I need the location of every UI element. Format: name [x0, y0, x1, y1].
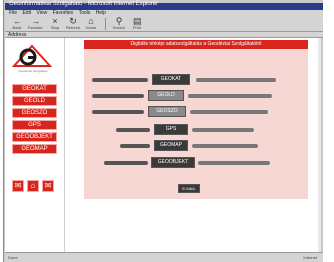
search-icon: ⚲ — [115, 16, 123, 26]
service-button-geold[interactable]: GEOLD — [148, 90, 184, 101]
row-description — [92, 78, 148, 82]
search-button[interactable]: ⚲ Search — [111, 17, 127, 31]
home-link-button[interactable]: ⌂ — [27, 180, 39, 192]
screenshot-frame: Geoinformatikai Szolgaltato - Microsoft … — [0, 0, 334, 262]
contact-button[interactable]: ✉ — [42, 180, 54, 192]
nav-gps[interactable]: GPS — [12, 120, 57, 130]
back-button[interactable]: ← Back — [9, 17, 25, 31]
vertical-scrollbar[interactable] — [318, 38, 321, 252]
geo-logo — [12, 44, 52, 67]
title-bar: Geoinformatikai Szolgaltato - Microsoft … — [5, 1, 323, 10]
back-arrow-icon: ← — [13, 16, 22, 26]
row-text — [188, 94, 272, 98]
home-icon: ⌂ — [88, 16, 94, 26]
row-text — [190, 110, 268, 114]
forward-button[interactable]: → Forward — [27, 17, 43, 31]
nav-geoobjekt[interactable]: GEOOBJEKT — [12, 132, 57, 142]
print-button[interactable]: ▤ Print — [129, 17, 145, 31]
sidebar: Geodéziai Szolgáltató GEOKAT GEOLD GEOSZ… — [5, 38, 65, 252]
home-icon: ⌂ — [30, 181, 36, 190]
row-description — [92, 110, 144, 114]
stop-button[interactable]: × Stop — [47, 17, 63, 31]
status-zone: Internet — [303, 255, 317, 260]
email-button[interactable]: E-MAIL — [178, 184, 200, 193]
logo-caption: Geodéziai Szolgáltató — [18, 69, 48, 73]
status-text: Done — [8, 255, 18, 260]
window-title: Geoinformatikai Szolgaltato - Microsoft … — [9, 1, 159, 7]
nav-geold[interactable]: GEOLD — [12, 96, 57, 106]
refresh-icon: ↻ — [69, 16, 77, 26]
service-button-geoszo[interactable]: GEOSZO — [148, 106, 186, 117]
refresh-button[interactable]: ↻ Refresh — [65, 17, 81, 31]
service-button-geoobjekt[interactable]: GEOOBJEKT — [151, 157, 195, 168]
page-header: Digitális térképi adatszolgáltatás a Geo… — [84, 40, 308, 49]
row-text — [196, 78, 276, 82]
service-button-geomap[interactable]: GEOMAP — [154, 140, 188, 151]
nav-geomap[interactable]: GEOMAP — [12, 144, 57, 154]
service-button-geokat[interactable]: GEOKAT — [152, 74, 190, 85]
search-label: Search — [112, 26, 126, 30]
refresh-label: Refresh — [65, 26, 80, 30]
row-description — [92, 94, 144, 98]
status-bar: Done Internet — [5, 252, 323, 262]
row-text — [198, 161, 270, 165]
row-text — [192, 144, 258, 148]
row-description — [104, 161, 148, 165]
row-description — [120, 144, 150, 148]
mail-icon: ✉ — [44, 181, 52, 190]
toolbar-separator — [105, 18, 106, 30]
browser-window: Geoinformatikai Szolgaltato - Microsoft … — [3, 0, 323, 262]
print-icon: ▤ — [133, 16, 142, 26]
stop-label: Stop — [50, 26, 60, 30]
toolbar: ← Back → Forward × Stop ↻ Refresh ⌂ Home… — [5, 16, 323, 32]
main-area: Digitális térképi adatszolgáltatás a Geo… — [66, 38, 321, 252]
back-label: Back — [12, 26, 22, 30]
nav-geokat[interactable]: GEOKAT — [12, 84, 57, 94]
row-description — [116, 128, 150, 132]
forward-arrow-icon: → — [31, 16, 40, 26]
service-button-gps[interactable]: GPS — [154, 124, 188, 135]
print-label: Print — [132, 26, 142, 30]
forward-label: Forward — [27, 26, 43, 30]
stop-icon: × — [52, 16, 58, 26]
home-label: Home — [85, 26, 97, 30]
mail-icon: ✉ — [14, 181, 22, 190]
row-text — [192, 128, 254, 132]
service-panel: GEOKAT GEOLD GEOSZO GPS GEOMAP GEOOBJEKT… — [84, 49, 308, 199]
page-content: Geodéziai Szolgáltató GEOKAT GEOLD GEOSZ… — [5, 38, 321, 252]
home-button[interactable]: ⌂ Home — [83, 17, 99, 31]
nav-geoszo[interactable]: GEOSZO — [12, 108, 57, 118]
mail-button[interactable]: ✉ — [12, 180, 24, 192]
